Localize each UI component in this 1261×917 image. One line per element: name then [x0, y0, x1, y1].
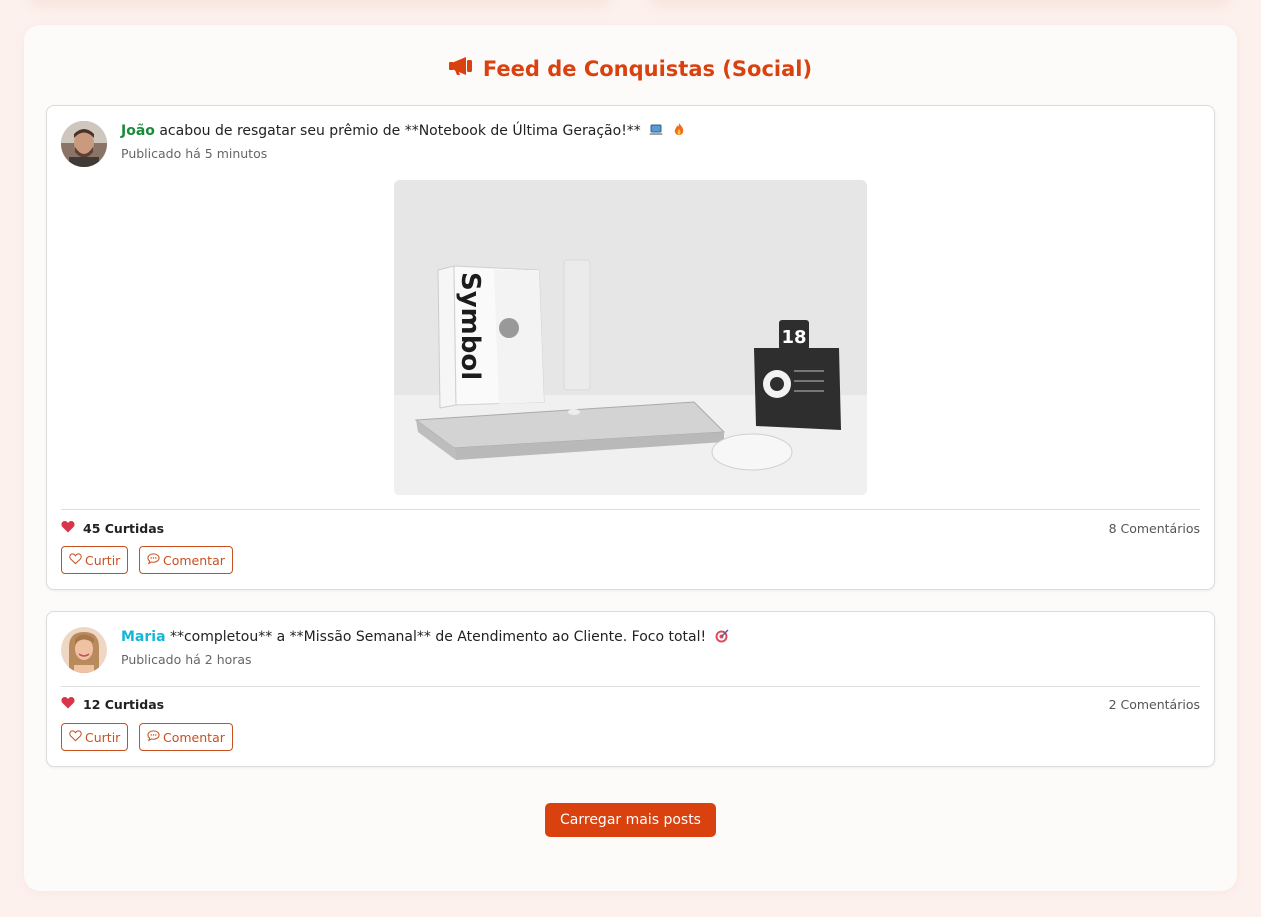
likes-summary: 45 Curtidas: [61, 520, 164, 536]
comment-button[interactable]: Comentar: [139, 546, 233, 574]
post-message: Maria **completou** a **Missão Semanal**…: [121, 629, 729, 645]
comments-count[interactable]: 2 Comentários: [1109, 697, 1200, 712]
heart-outline-icon: [69, 552, 82, 568]
heart-icon: [61, 520, 75, 536]
laptop-emoji: [649, 123, 663, 137]
post-message-text: acabou de resgatar seu prêmio de **Noteb…: [154, 123, 641, 139]
post-timestamp: Publicado há 5 minutos: [121, 146, 268, 161]
feed-title: Feed de Conquistas (Social): [0, 56, 1261, 81]
avatar[interactable]: [61, 121, 107, 167]
fire-emoji: [672, 123, 686, 137]
target-emoji: [715, 629, 729, 643]
load-more-button[interactable]: Carregar mais posts: [545, 803, 716, 837]
avatar[interactable]: [61, 627, 107, 673]
comments-count[interactable]: 8 Comentários: [1109, 521, 1200, 536]
feed-post: Maria **completou** a **Missão Semanal**…: [46, 611, 1215, 767]
chat-bubble-icon: [147, 729, 160, 745]
like-button-label: Curtir: [85, 552, 121, 568]
like-button[interactable]: Curtir: [61, 546, 129, 574]
comment-button[interactable]: Comentar: [139, 723, 233, 751]
post-timestamp: Publicado há 2 horas: [121, 652, 252, 667]
like-button[interactable]: Curtir: [61, 723, 129, 751]
post-image[interactable]: Symbol 18: [394, 180, 867, 495]
post-message: João acabou de resgatar seu prêmio de **…: [121, 123, 686, 139]
likes-summary: 12 Curtidas: [61, 696, 164, 712]
megaphone-icon: [448, 56, 473, 81]
feed-title-text: Feed de Conquistas (Social): [482, 56, 813, 81]
book-title: Symbol: [455, 272, 485, 380]
heart-icon: [61, 696, 75, 712]
like-button-label: Curtir: [85, 729, 121, 745]
post-divider: [61, 686, 1200, 687]
calendar-day: 18: [781, 327, 806, 348]
chat-bubble-icon: [147, 552, 160, 568]
feed-post: João acabou de resgatar seu prêmio de **…: [46, 105, 1215, 590]
likes-count: 12 Curtidas: [83, 696, 165, 712]
comment-button-label: Comentar: [163, 729, 225, 745]
heart-outline-icon: [69, 729, 82, 745]
post-divider: [61, 509, 1200, 510]
post-author[interactable]: João: [121, 123, 155, 139]
comment-button-label: Comentar: [163, 552, 225, 568]
post-message-text: **completou** a **Missão Semanal** de At…: [165, 629, 707, 645]
post-author[interactable]: Maria: [121, 629, 166, 645]
likes-count: 45 Curtidas: [83, 520, 165, 536]
